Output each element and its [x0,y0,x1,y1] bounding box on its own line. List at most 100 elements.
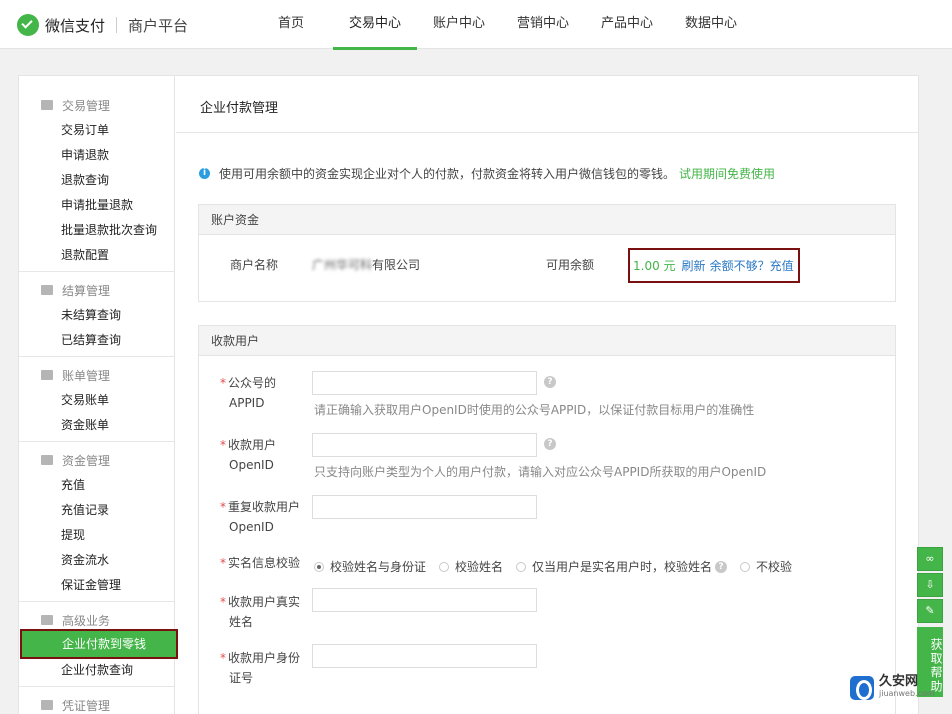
appid-input[interactable] [312,371,537,395]
appid-help-icon[interactable]: ? [544,376,556,388]
appid-label-line1: 公众号的 [228,376,277,390]
main-nav: 首页 交易中心 账户中心 营销中心 产品中心 数据中心 [249,0,753,50]
notice-text: 使用可用余额中的资金实现企业对个人的付款，付款资金将转入用户微信钱包的零钱。 [219,167,676,181]
sidebar-item-unsettled[interactable]: 未结算查询 [61,306,121,324]
radio-unchecked-icon [740,561,751,572]
appid-hint: 请正确输入获取用户OpenID时使用的公众号APPID，以保证付款目标用户的准确… [314,403,755,417]
appid-label: * 公众号的 [220,373,276,393]
sidebar-item-batch-refund[interactable]: 申请批量退款 [61,196,133,214]
sidebar-item-fund-flow[interactable]: 资金流水 [61,551,109,569]
balance-highlight: 1.00 元 刷新 余额不够？充值 [628,248,800,283]
edit-tool-button[interactable]: ✎ [917,599,943,623]
available-balance-label: 可用余额 [546,258,595,272]
edit-icon: ✎ [925,604,935,617]
money-bag-icon [41,455,53,465]
sidebar-divider [19,441,175,442]
idcard-input[interactable] [312,644,537,668]
openid-hint: 只支持向账户类型为个人的用户付款，请输入对应公众号APPID所获取的用户Open… [314,465,767,479]
sidebar-group-funds: 资金管理 [41,451,110,469]
link-tool-button[interactable]: ∞ [917,547,943,571]
sidebar-item-trade-orders[interactable]: 交易订单 [61,121,109,139]
merchant-name-label: 商户名称 [230,258,279,272]
sidebar-item-batch-refund-query[interactable]: 批量退款批次查询 [61,221,157,239]
openid-input[interactable] [312,433,537,457]
sidebar-group-label: 账单管理 [62,368,111,383]
idcard-label: * 收款用户身份 [220,648,300,668]
link-icon: ∞ [925,552,935,565]
refresh-link[interactable]: 刷新 [682,257,706,274]
verify-option-name-and-id[interactable]: 校验姓名与身份证 [314,558,426,575]
verify-help-icon[interactable]: ? [715,560,728,573]
available-balance-value: 1.00 元 [633,259,676,273]
account-funds-section: 账户资金 商户名称 广州华可科有限公司 可用余额 1.00 元 刷新 余额不够？… [198,204,896,302]
repeat-openid-label: * 重复收款用户 [220,497,300,517]
platform-name: 商户平台 [128,16,189,35]
repeat-openid-input[interactable] [312,495,537,519]
list-icon [41,100,53,110]
idcard-label-line2: 证号 [229,671,254,685]
wechat-pay-icon [17,14,39,36]
sidebar-item-corp-pay-to-balance[interactable]: 企业付款到零钱 [20,629,178,659]
sidebar-group-label: 高级业务 [62,613,111,628]
recharge-link[interactable]: 余额不够？充值 [710,257,794,274]
verify-option-label: 仅当用户是实名用户时，校验姓名 [532,560,713,574]
appid-label-line2: APPID [229,396,265,410]
sidebar-group-label: 结算管理 [62,283,111,298]
verify-label: * 实名信息校验 [220,553,300,573]
realname-label-line2: 姓名 [229,615,254,629]
verify-option-realname-only[interactable]: 仅当用户是实名用户时，校验姓名? [516,558,728,575]
nav-data-center[interactable]: 数据中心 [669,0,753,49]
sidebar-item-corp-pay-query[interactable]: 企业付款查询 [61,661,133,679]
watermark-text: 久安网 jiuanweb.com [879,674,935,700]
sidebar-group-advanced: 高级业务 [41,611,110,629]
sidebar-divider [19,601,175,602]
verify-option-name[interactable]: 校验姓名 [439,558,503,575]
title-divider [176,132,918,133]
site-watermark: 久安网 jiuanweb.com [850,674,935,700]
radio-unchecked-icon [439,561,450,572]
realname-label: * 收款用户真实 [220,592,300,612]
openid-help-icon[interactable]: ? [544,438,556,450]
idcard-label-line1: 收款用户身份 [228,651,301,665]
nav-product-center[interactable]: 产品中心 [585,0,669,49]
realname-label-line1: 收款用户真实 [228,595,301,609]
repeat-openid-label-line2: OpenID [229,520,274,534]
sidebar-item-recharge[interactable]: 充值 [61,476,85,494]
free-trial-note: 试用期间免费使用 [679,167,776,181]
page-title: 企业付款管理 [200,101,279,116]
sidebar-item-fund-bill[interactable]: 资金账单 [61,416,109,434]
sidebar-item-refund-query[interactable]: 退款查询 [61,171,109,189]
required-mark: * [220,556,226,570]
sidebar-item-withdraw[interactable]: 提现 [61,526,85,544]
required-mark: * [220,500,226,514]
brand-divider [116,17,118,33]
main-content: 企业付款管理 i 使用可用余额中的资金实现企业对个人的付款，付款资金将转入用户微… [176,76,918,714]
brand-name: 微信支付 [45,16,106,35]
realname-input[interactable] [312,588,537,612]
verify-option-none[interactable]: 不校验 [740,558,792,575]
openid-label: * 收款用户 [220,435,276,455]
merchant-name-prefix: 广州华可科 [312,258,373,272]
document-icon [41,370,53,380]
nav-account-center[interactable]: 账户中心 [417,0,501,49]
radio-unchecked-icon [516,561,527,572]
brand-logo[interactable]: 微信支付 商户平台 [17,13,188,37]
sidebar-item-settled[interactable]: 已结算查询 [61,331,121,349]
download-tool-button[interactable]: ⇩ [917,573,943,597]
nav-home[interactable]: 首页 [249,0,333,49]
sidebar-item-apply-refund[interactable]: 申请退款 [61,146,109,164]
sidebar-item-deposit[interactable]: 保证金管理 [61,576,121,594]
required-mark: * [220,651,226,665]
sidebar-item-recharge-records[interactable]: 充值记录 [61,501,109,519]
sidebar-item-trade-bill[interactable]: 交易账单 [61,391,109,409]
info-notice: i 使用可用余额中的资金实现企业对个人的付款，付款资金将转入用户微信钱包的零钱。… [199,165,775,182]
sidebar-divider [19,356,175,357]
sidebar-group-settlement: 结算管理 [41,281,110,299]
sidebar-group-label: 凭证管理 [62,698,111,713]
sidebar-item-refund-config[interactable]: 退款配置 [61,246,109,264]
openid-label-line1: 收款用户 [228,438,277,452]
nav-trade-center[interactable]: 交易中心 [333,0,417,50]
nav-marketing-center[interactable]: 营销中心 [501,0,585,49]
watermark-logo-icon [850,676,874,700]
watermark-main: 久安网 [879,674,919,689]
